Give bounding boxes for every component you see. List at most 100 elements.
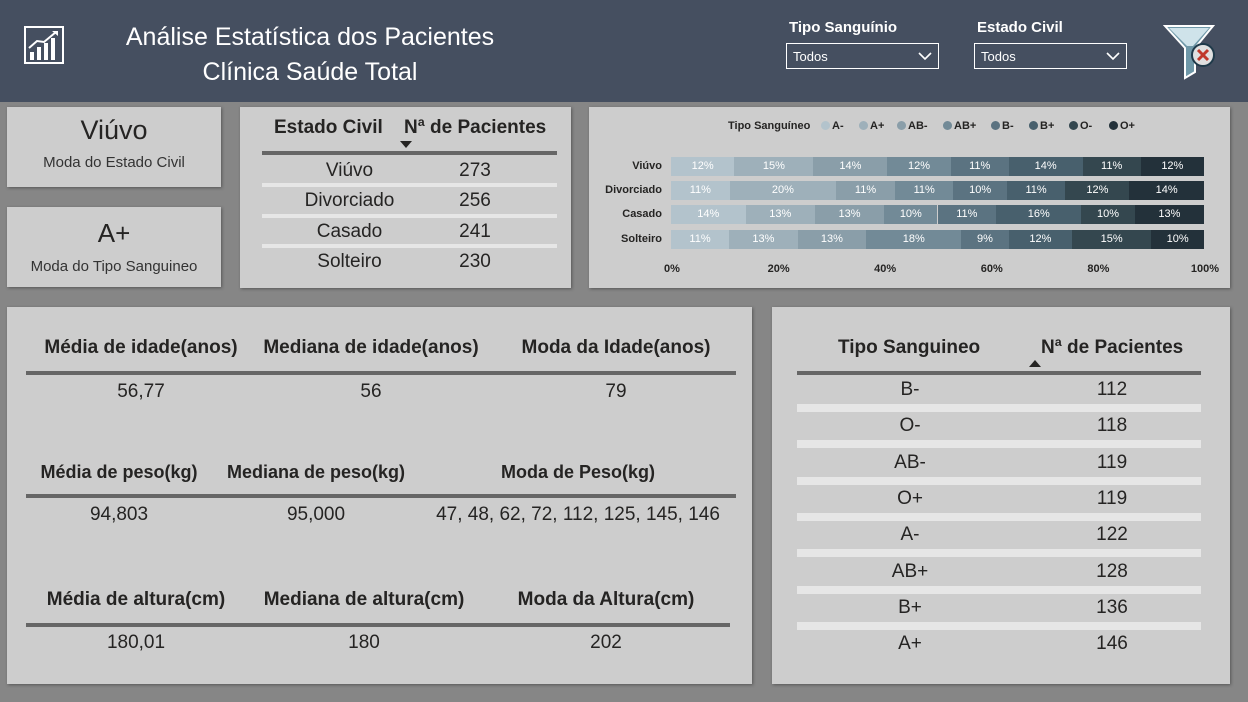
- header-bar: Análise Estatística dos Pacientes Clínic…: [0, 0, 1248, 102]
- blood-table-cell: B-: [900, 379, 920, 400]
- bar-segment[interactable]: 11%: [937, 205, 997, 224]
- legend-item[interactable]: AB-: [897, 120, 928, 132]
- bar-segment[interactable]: 11%: [894, 181, 954, 200]
- bar-segment[interactable]: 13%: [797, 230, 867, 249]
- legend-item[interactable]: O+: [1109, 120, 1135, 132]
- blood-table-cell: O-: [899, 415, 921, 437]
- stat-header: Média de idade(anos): [44, 337, 238, 358]
- blood-type-slicer-value: Todos: [793, 49, 828, 64]
- stat-value: 79: [605, 381, 627, 402]
- legend-label: B+: [1040, 120, 1055, 132]
- blood-table-cell: A-: [900, 524, 920, 546]
- stat-header: Média de altura(cm): [46, 589, 226, 610]
- legend-item[interactable]: A+: [859, 120, 884, 132]
- legend-item[interactable]: O-: [1069, 120, 1092, 132]
- legend-item[interactable]: AB+: [943, 120, 976, 132]
- bar-chart-icon: [24, 26, 64, 64]
- civil-table-cell: Viúvo: [325, 160, 374, 181]
- civil-table-header-status[interactable]: Estado Civil: [274, 117, 383, 139]
- row-separator: [262, 183, 557, 187]
- bar-segment[interactable]: 11%: [671, 230, 730, 249]
- bar-segment[interactable]: 16%: [996, 205, 1082, 224]
- bar-segment[interactable]: 12%: [887, 157, 951, 176]
- bar-segment[interactable]: 10%: [884, 205, 938, 224]
- category-label: Casado: [622, 208, 662, 220]
- bar-segment[interactable]: 20%: [729, 181, 837, 200]
- blood-type-slicer-dropdown[interactable]: Todos: [786, 43, 939, 69]
- civil-table-cell: Solteiro: [317, 251, 382, 272]
- bar-segment[interactable]: 10%: [1081, 205, 1135, 224]
- stat-value: 180,01: [106, 632, 166, 653]
- civil-mode-label: Moda do Estado Civil: [43, 154, 185, 171]
- bar-segment[interactable]: 10%: [1151, 230, 1204, 249]
- stat-value: 95,000: [286, 504, 346, 525]
- x-axis-tick: 20%: [767, 263, 790, 275]
- row-separator: [797, 549, 1201, 558]
- row-separator: [797, 440, 1201, 449]
- bar-segment[interactable]: 14%: [1008, 157, 1083, 176]
- bar-segment[interactable]: 9%: [961, 230, 1009, 249]
- bar-segment[interactable]: 11%: [950, 157, 1009, 176]
- bar-segment[interactable]: 11%: [671, 181, 730, 200]
- stat-header: Moda da Altura(cm): [517, 589, 695, 610]
- chevron-down-icon: [1106, 52, 1120, 61]
- bar-segment[interactable]: 12%: [1008, 230, 1073, 249]
- blood-type-table: Tipo Sanguineo Nª de Pacientes B- 112 O- 11…: [772, 307, 1230, 684]
- bar-segment[interactable]: 12%: [1065, 181, 1130, 200]
- bar-segment[interactable]: 11%: [1006, 181, 1066, 200]
- stat-value: 47, 48, 62, 72, 112, 125, 145, 146: [436, 504, 720, 525]
- stats-card: Média de idade(anos) Mediana de idade(an…: [7, 307, 752, 684]
- bar-segment[interactable]: 12%: [671, 157, 735, 176]
- row-separator: [797, 512, 1201, 521]
- stat-header: Mediana de altura(cm): [263, 589, 465, 610]
- stat-header: Moda da Idade(anos): [521, 337, 711, 358]
- legend-swatch: [821, 121, 830, 130]
- category-label: Divorciado: [605, 184, 662, 196]
- title-line-2: Clínica Saúde Total: [202, 58, 418, 86]
- blood-table-cell: A+: [898, 633, 922, 655]
- bar-segment[interactable]: 14%: [671, 205, 746, 224]
- blood-mode-value: A+: [97, 218, 131, 248]
- bar-segment[interactable]: 13%: [814, 205, 885, 224]
- x-axis-tick: 60%: [980, 263, 1003, 275]
- legend-swatch: [859, 121, 868, 130]
- stat-header-rule: [26, 494, 736, 498]
- sort-desc-icon[interactable]: [400, 141, 412, 148]
- bar-segment[interactable]: 11%: [1082, 157, 1141, 176]
- bar-segment[interactable]: 14%: [1129, 181, 1204, 200]
- legend-item[interactable]: B-: [991, 120, 1014, 132]
- blood-type-by-civil-chart: Tipo Sanguíneo A- A+ AB- AB+ B- B+ O- O+ Viúvo 1…: [589, 107, 1230, 288]
- legend-label: O-: [1080, 120, 1093, 132]
- bar-segment[interactable]: 18%: [866, 230, 962, 249]
- bar-segment[interactable]: 13%: [729, 230, 798, 249]
- stat-header-rule: [26, 623, 730, 627]
- category-label: Solteiro: [621, 233, 662, 245]
- row-separator: [797, 585, 1201, 594]
- row-separator: [262, 244, 557, 248]
- blood-table-header-type[interactable]: Tipo Sanguineo: [838, 337, 980, 359]
- bar-segment[interactable]: 10%: [953, 181, 1007, 200]
- bar-segment[interactable]: 12%: [1140, 157, 1204, 176]
- civil-status-slicer-dropdown[interactable]: Todos: [974, 43, 1127, 69]
- bar-segment[interactable]: 13%: [1134, 205, 1204, 224]
- bar-segment[interactable]: 14%: [813, 157, 888, 176]
- blood-table-header-count[interactable]: Nª de Pacientes: [1041, 337, 1183, 359]
- bar-segment[interactable]: 15%: [734, 157, 814, 176]
- stat-header: Moda de Peso(kg): [500, 462, 656, 482]
- page-title: Análise Estatística dos Pacientes Clínic…: [100, 20, 520, 90]
- blood-table-cell: 136: [1096, 596, 1128, 618]
- x-axis-tick: 100%: [1190, 263, 1220, 275]
- blood-table-header-rule: [797, 371, 1201, 375]
- stat-header: Mediana de peso(kg): [226, 462, 406, 482]
- legend-item[interactable]: A-: [821, 120, 844, 132]
- civil-table-header-count[interactable]: Nª de Pacientes: [404, 117, 546, 139]
- bar-segment[interactable]: 13%: [745, 205, 815, 224]
- bar-segment[interactable]: 11%: [836, 181, 895, 200]
- sort-asc-icon[interactable]: [1029, 360, 1041, 367]
- clear-filter-icon[interactable]: [1163, 22, 1219, 80]
- blood-type-slicer-label: Tipo Sanguínio: [789, 19, 898, 36]
- stat-value: 94,803: [89, 504, 149, 525]
- bar-segment[interactable]: 15%: [1072, 230, 1152, 249]
- blood-table-cell: AB-: [894, 451, 926, 473]
- legend-item[interactable]: B+: [1029, 120, 1054, 132]
